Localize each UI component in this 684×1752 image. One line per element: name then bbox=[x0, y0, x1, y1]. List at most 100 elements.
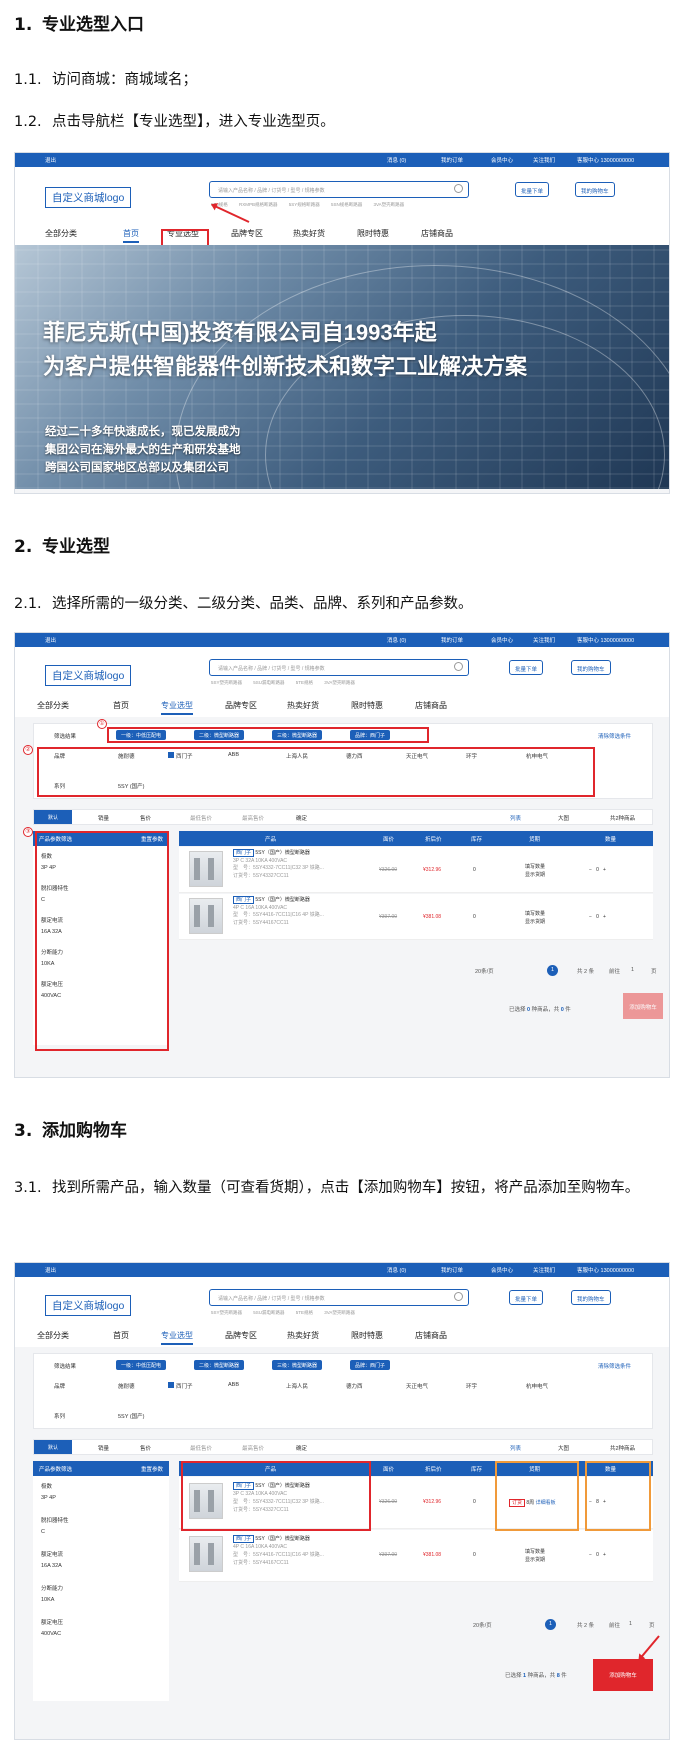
product-image[interactable] bbox=[189, 898, 223, 934]
add-cart-button[interactable]: 添加购物车 bbox=[623, 993, 663, 1019]
message-link[interactable]: 消息 (0) bbox=[387, 636, 406, 644]
brand-option[interactable]: 德力西 bbox=[346, 1382, 363, 1390]
nav-hot[interactable]: 热卖好货 bbox=[287, 1330, 319, 1341]
nav-home[interactable]: 首页 bbox=[123, 228, 139, 243]
search-icon[interactable] bbox=[454, 184, 463, 193]
search-input[interactable]: 请输入产品名称 / 品牌 / 订货号 / 型号 / 规格参数 bbox=[209, 1289, 469, 1306]
sort-price[interactable]: 售价 bbox=[140, 1444, 151, 1452]
nav-shop[interactable]: 店铺商品 bbox=[421, 228, 453, 239]
goto-input[interactable]: 1 bbox=[631, 967, 634, 973]
max-price-input[interactable]: 最高售价 bbox=[242, 1444, 264, 1452]
nav-flash-sale[interactable]: 限时特惠 bbox=[357, 228, 389, 239]
bulk-order-button[interactable]: 批量下单 bbox=[509, 660, 544, 675]
product-name[interactable]: 5SY（国产）微型断路器 bbox=[255, 1536, 309, 1542]
search-input[interactable]: 请输入产品名称 / 品牌 / 订货号 / 型号 / 规格参数 bbox=[209, 659, 469, 676]
shop-logo[interactable]: 自定义商城logo bbox=[45, 1295, 132, 1316]
shop-logo[interactable]: 自定义商城logo bbox=[45, 187, 132, 208]
goto-input[interactable]: 1 bbox=[629, 1621, 632, 1627]
view-list[interactable]: 列表 bbox=[510, 814, 521, 822]
max-price-input[interactable]: 最高售价 bbox=[242, 814, 264, 822]
brand-option[interactable]: 上海人民 bbox=[286, 1382, 308, 1390]
nav-brands[interactable]: 品牌专区 bbox=[231, 228, 263, 239]
logout-link[interactable]: 退出 bbox=[45, 156, 56, 164]
nav-hot[interactable]: 热卖好货 bbox=[293, 228, 325, 239]
param-values[interactable]: 10KA bbox=[41, 1595, 161, 1606]
orders-link[interactable]: 我的订单 bbox=[441, 1266, 463, 1274]
message-link[interactable]: 消息 (0) bbox=[387, 156, 406, 164]
min-price-input[interactable]: 最低售价 bbox=[190, 1444, 212, 1452]
search-icon[interactable] bbox=[454, 1292, 463, 1301]
service-link[interactable]: 客服中心 13000000000 bbox=[577, 636, 634, 644]
search-icon[interactable] bbox=[454, 662, 463, 671]
view-list[interactable]: 列表 bbox=[510, 1444, 521, 1452]
price-confirm-button[interactable]: 确定 bbox=[296, 814, 307, 822]
clear-filters-link[interactable]: 清除筛选条件 bbox=[598, 732, 631, 740]
brand-option[interactable]: 环宇 bbox=[466, 1382, 477, 1390]
orders-link[interactable]: 我的订单 bbox=[441, 156, 463, 164]
nav-hot[interactable]: 热卖好货 bbox=[287, 700, 319, 711]
cart-button[interactable]: 我的购物车 bbox=[575, 182, 615, 197]
brand-option[interactable]: ABB bbox=[228, 1382, 239, 1388]
nav-brands[interactable]: 品牌专区 bbox=[225, 1330, 257, 1341]
service-link[interactable]: 客服中心 13000000000 bbox=[577, 1266, 634, 1274]
qty-stepper[interactable]: − 0 + bbox=[589, 867, 606, 873]
nav-shop[interactable]: 店铺商品 bbox=[415, 700, 447, 711]
clear-filters-link[interactable]: 清除筛选条件 bbox=[598, 1362, 631, 1370]
bulk-order-button[interactable]: 批量下单 bbox=[515, 182, 550, 197]
member-link[interactable]: 会员中心 bbox=[491, 636, 513, 644]
nav-all-categories[interactable]: 全部分类 bbox=[45, 228, 77, 239]
filter-tag-level1[interactable]: 一级：中低压配电 bbox=[116, 1360, 167, 1370]
page-1[interactable]: 1 bbox=[545, 1619, 556, 1630]
logout-link[interactable]: 退出 bbox=[45, 1266, 56, 1274]
product-name[interactable]: 5SY（国产）微型断路器 bbox=[255, 850, 309, 856]
per-page-select[interactable]: 20条/页 bbox=[475, 967, 494, 975]
hot-words[interactable]: 5SY塑壳断路器 5SU漏电断路器 5TE规格 3VA塑壳断路器 bbox=[211, 1310, 355, 1316]
product-image[interactable] bbox=[189, 1536, 223, 1572]
per-page-select[interactable]: 20条/页 bbox=[473, 1621, 492, 1629]
sort-default[interactable]: 默认 bbox=[34, 810, 73, 824]
shop-logo[interactable]: 自定义商城logo bbox=[45, 665, 132, 686]
nav-all-categories[interactable]: 全部分类 bbox=[37, 1330, 69, 1341]
search-input[interactable]: 请输入产品名称 / 品牌 / 订货号 / 型号 / 规格参数 bbox=[209, 181, 469, 198]
reset-params-button[interactable]: 重置参数 bbox=[141, 1465, 163, 1473]
price-confirm-button[interactable]: 确定 bbox=[296, 1444, 307, 1452]
param-values[interactable]: 400VAC bbox=[41, 1629, 161, 1640]
orders-link[interactable]: 我的订单 bbox=[441, 636, 463, 644]
bulk-order-button[interactable]: 批量下单 bbox=[509, 1290, 544, 1305]
filter-tag-level3[interactable]: 三级：微型断路器 bbox=[272, 1360, 323, 1370]
param-values[interactable]: 3P 4P bbox=[41, 1493, 161, 1504]
param-values[interactable]: 16A 32A bbox=[41, 1561, 161, 1572]
hot-words[interactable]: 5SY塑壳断路器 5SU漏电断路器 5TE规格 3VA塑壳断路器 bbox=[211, 680, 355, 686]
nav-flash-sale[interactable]: 限时特惠 bbox=[351, 700, 383, 711]
nav-brands[interactable]: 品牌专区 bbox=[225, 700, 257, 711]
sort-price[interactable]: 售价 bbox=[140, 814, 151, 822]
sort-default[interactable]: 默认 bbox=[34, 1440, 73, 1454]
cart-button[interactable]: 我的购物车 bbox=[571, 1290, 611, 1305]
nav-pro-selection[interactable]: 专业选型 bbox=[161, 1330, 193, 1345]
nav-shop[interactable]: 店铺商品 bbox=[415, 1330, 447, 1341]
message-link[interactable]: 消息 (0) bbox=[387, 1266, 406, 1274]
member-link[interactable]: 会员中心 bbox=[491, 156, 513, 164]
qty-stepper[interactable]: − 0 + bbox=[589, 914, 606, 920]
cart-button[interactable]: 我的购物车 bbox=[571, 660, 611, 675]
page-1[interactable]: 1 bbox=[547, 965, 558, 976]
series-option[interactable]: 5SY (国产) bbox=[118, 1412, 145, 1420]
brand-option[interactable]: 天正电气 bbox=[406, 1382, 428, 1390]
product-name[interactable]: 5SY（国产）微型断路器 bbox=[255, 897, 309, 903]
logout-link[interactable]: 退出 bbox=[45, 636, 56, 644]
nav-flash-sale[interactable]: 限时特惠 bbox=[351, 1330, 383, 1341]
nav-pro-selection[interactable]: 专业选型 bbox=[161, 700, 193, 715]
nav-home[interactable]: 首页 bbox=[113, 1330, 129, 1341]
hot-words[interactable]: 5SJ规格 RXMPB规格断路器 5SY规格断路器 5SN规格断路器 3VA塑壳… bbox=[211, 202, 404, 208]
brand-option[interactable]: 施耐德 bbox=[118, 1382, 135, 1390]
min-price-input[interactable]: 最低售价 bbox=[190, 814, 212, 822]
follow-link[interactable]: 关注我们 bbox=[533, 636, 555, 644]
param-values[interactable]: C bbox=[41, 1527, 161, 1538]
follow-link[interactable]: 关注我们 bbox=[533, 156, 555, 164]
filter-tag-level2[interactable]: 二级：微型断路器 bbox=[194, 1360, 245, 1370]
brand-option-checked[interactable]: 西门子 bbox=[168, 1382, 193, 1390]
view-grid[interactable]: 大图 bbox=[558, 1444, 569, 1452]
nav-all-categories[interactable]: 全部分类 bbox=[37, 700, 69, 711]
follow-link[interactable]: 关注我们 bbox=[533, 1266, 555, 1274]
brand-option[interactable]: 杭申电气 bbox=[526, 1382, 548, 1390]
